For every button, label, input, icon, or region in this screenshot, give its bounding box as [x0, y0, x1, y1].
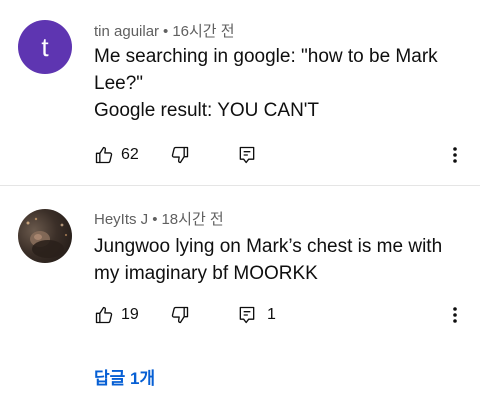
reply-icon: [237, 305, 257, 325]
reply-count: 1: [267, 306, 276, 323]
meta-separator: •: [152, 211, 158, 228]
reply-icon: [237, 145, 257, 165]
like-button[interactable]: 62: [94, 142, 139, 168]
comment-line: Lee?": [94, 73, 144, 94]
comment-line: Jungwoo lying on Mark’s chest is me with: [94, 236, 443, 257]
comment-actions: 62: [94, 142, 480, 168]
author-name[interactable]: tin aguilar: [94, 23, 159, 40]
like-count: 19: [121, 306, 139, 323]
avatar[interactable]: [18, 209, 72, 263]
comment-text: Jungwoo lying on Mark’s chest is me with…: [94, 233, 464, 287]
comment-item: HeyIts J • 18시간 전 Jungwoo lying on Mark’s …: [0, 188, 480, 348]
more-button[interactable]: [450, 142, 460, 168]
like-button[interactable]: 19: [94, 302, 139, 328]
thumbs-down-icon: [170, 145, 190, 165]
comment-actions: 19 1: [94, 302, 480, 328]
comment-divider: [0, 185, 480, 186]
comment-time[interactable]: 18시간 전: [161, 211, 223, 228]
comment-text: Me searching in google: "how to be Mark …: [94, 43, 464, 124]
meta-separator: •: [163, 23, 169, 40]
reply-button[interactable]: [237, 142, 267, 168]
thumbs-down-icon: [170, 305, 190, 325]
comment-item: t tin aguilar • 16시간 전 Me searching in goo…: [0, 0, 480, 186]
comment-meta: tin aguilar • 16시간 전: [94, 20, 235, 41]
author-name[interactable]: HeyIts J: [94, 211, 148, 228]
more-button[interactable]: [450, 302, 460, 328]
comment-time[interactable]: 16시간 전: [172, 23, 234, 40]
view-replies-link[interactable]: 답글 1개: [94, 364, 155, 389]
more-vertical-icon: [450, 145, 460, 165]
avatar-photo: [26, 217, 68, 258]
like-count: 62: [121, 146, 139, 163]
more-vertical-icon: [450, 305, 460, 325]
comment-line: Google result: YOU CAN'T: [94, 100, 320, 121]
avatar[interactable]: t: [18, 20, 72, 74]
thumbs-up-icon: [94, 305, 114, 325]
dislike-button[interactable]: [170, 302, 190, 328]
comment-line: my imaginary bf MOORKK: [94, 263, 318, 284]
dislike-button[interactable]: [170, 142, 190, 168]
reply-button[interactable]: 1: [237, 302, 276, 328]
comment-meta: HeyIts J • 18시간 전: [94, 208, 224, 229]
thumbs-up-icon: [94, 145, 114, 165]
comment-line: Me searching in google: "how to be Mark: [94, 46, 438, 67]
avatar-letter: t: [41, 31, 49, 62]
